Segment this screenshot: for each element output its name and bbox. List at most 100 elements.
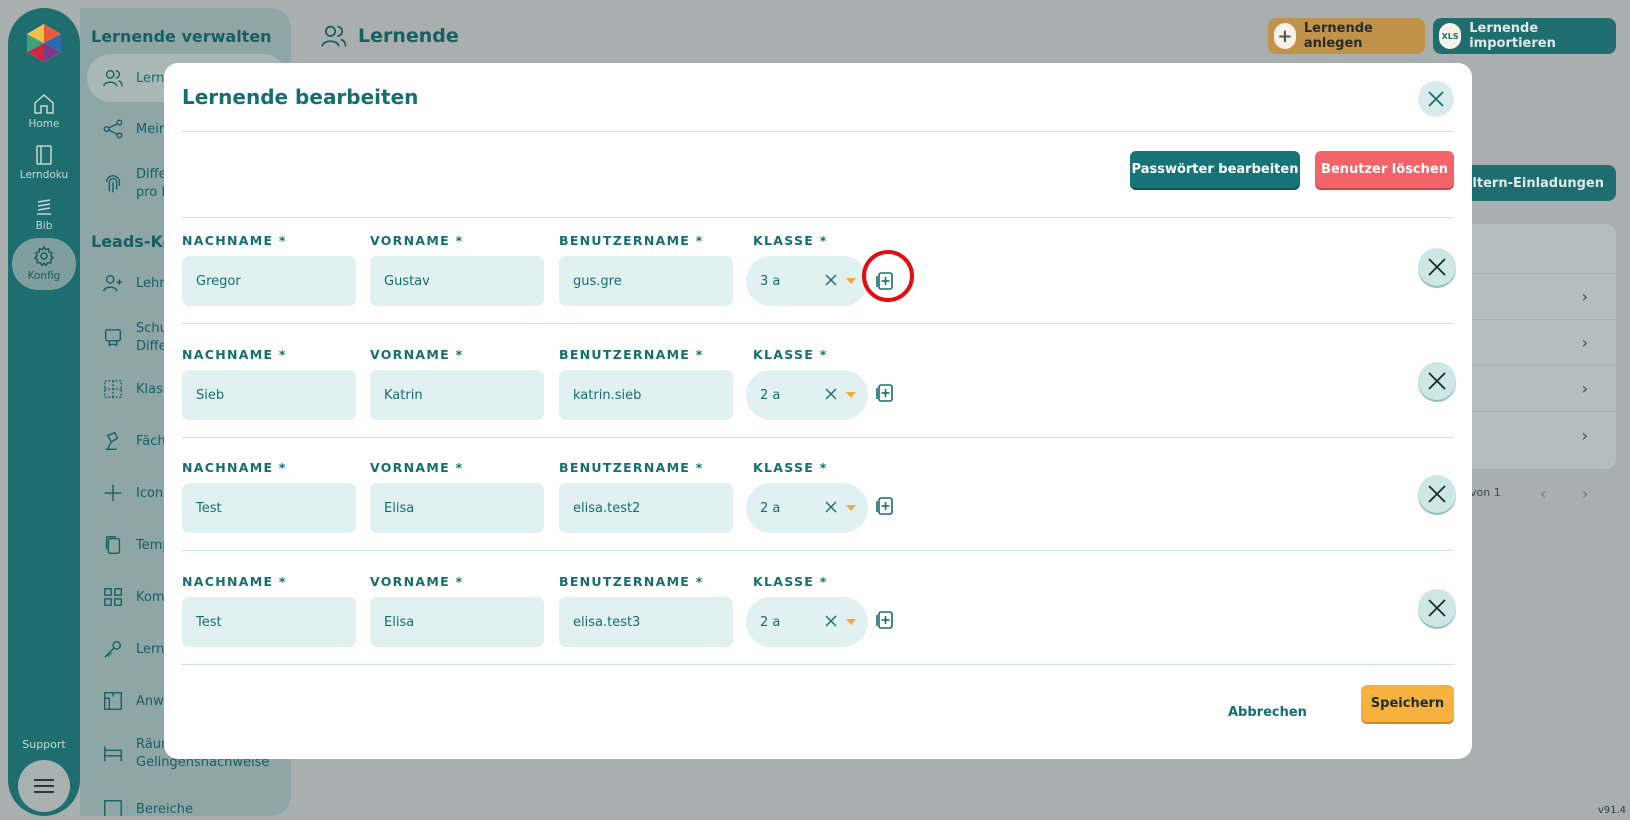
nav-item-schu[interactable]: Schu Diffe <box>102 320 168 356</box>
nav-item-anwe[interactable]: Anwe <box>102 690 172 712</box>
rail-item-bib[interactable]: Bib <box>8 194 80 232</box>
pagination-label: von 1 <box>1470 486 1501 499</box>
username-label: BENUTZERNAME * <box>559 574 704 589</box>
remove-row-button[interactable] <box>1418 248 1456 286</box>
username-input[interactable]: elisa.test3 <box>559 597 733 647</box>
rail-item-home[interactable]: Home <box>8 92 80 130</box>
lastname-label: NACHNAME * <box>182 347 287 362</box>
duplicate-icon[interactable] <box>872 608 896 632</box>
rail-item-lerndoku[interactable]: Lerndoku <box>8 143 80 181</box>
menu-button[interactable] <box>18 760 70 812</box>
lastname-input[interactable]: Sieb <box>182 370 356 420</box>
list-header <box>1460 224 1616 274</box>
nav-item-diffe[interactable]: Diffe pro F <box>102 166 169 202</box>
parent-invitations-button[interactable]: Eltern-Einladungen <box>1460 165 1616 201</box>
chevron-right-icon: › <box>1581 379 1588 398</box>
hamburger-icon <box>34 779 54 793</box>
chevron-down-icon <box>846 278 856 284</box>
username-input[interactable]: gus.gre <box>559 256 733 306</box>
lastname-input[interactable]: Gregor <box>182 256 356 306</box>
dialog-title: Lernende bearbeiten <box>182 85 419 109</box>
learner-row: NACHNAME * VORNAME * BENUTZERNAME * KLAS… <box>182 444 1456 556</box>
clear-icon[interactable] <box>824 273 838 287</box>
library-icon <box>37 199 51 215</box>
chevron-left-icon[interactable]: ‹ <box>1540 484 1546 503</box>
remove-row-button[interactable] <box>1418 475 1456 513</box>
edit-learners-dialog: Lernende bearbeiten Passwörter bearbeite… <box>164 63 1472 759</box>
clear-icon[interactable] <box>824 614 838 628</box>
lastname-label: NACHNAME * <box>182 233 287 248</box>
plus-icon: + <box>1274 23 1296 49</box>
remove-row-button[interactable] <box>1418 362 1456 400</box>
firstname-label: VORNAME * <box>370 233 464 248</box>
class-label: KLASSE * <box>753 233 828 248</box>
divider <box>182 437 1454 438</box>
clear-icon[interactable] <box>824 387 838 401</box>
rail-item-konfig[interactable]: Konfig <box>12 238 76 290</box>
duplicate-icon[interactable] <box>872 381 896 405</box>
key-icon <box>104 640 122 658</box>
divider <box>182 550 1454 551</box>
class-label: KLASSE * <box>753 574 828 589</box>
class-value: 2 a <box>760 387 781 403</box>
username-input[interactable]: katrin.sieb <box>559 370 733 420</box>
list-item[interactable]: › <box>1460 412 1616 458</box>
lastname-input[interactable]: Test <box>182 597 356 647</box>
support-link[interactable]: Support <box>8 738 80 751</box>
close-icon <box>1428 599 1446 617</box>
room-icon <box>104 746 122 762</box>
rail-label: Bib <box>35 220 53 232</box>
learner-row: NACHNAME * VORNAME * BENUTZERNAME * KLAS… <box>182 331 1456 443</box>
cancel-button[interactable]: Abbrechen <box>1228 705 1307 720</box>
username-input[interactable]: elisa.test2 <box>559 483 733 533</box>
chevron-right-icon[interactable]: › <box>1582 484 1588 503</box>
nav-item-temp[interactable]: Temp <box>102 534 171 556</box>
close-icon <box>1428 485 1446 503</box>
nav-item-lehr[interactable]: Lehr <box>102 272 165 294</box>
firstname-input[interactable]: Elisa <box>370 597 544 647</box>
class-select[interactable]: 2 a <box>746 597 868 647</box>
board-icon <box>104 329 122 347</box>
nav-item-komp[interactable]: Komp <box>102 586 173 608</box>
close-icon <box>1428 91 1444 107</box>
clear-icon[interactable] <box>824 500 838 514</box>
nav-item-icons[interactable]: Icons <box>102 482 170 504</box>
gear-icon <box>33 245 55 267</box>
divider <box>182 131 1454 132</box>
delete-user-button[interactable]: Benutzer löschen <box>1315 151 1454 188</box>
chevron-right-icon: › <box>1581 333 1588 352</box>
nav-item-klass[interactable]: Klass <box>102 378 170 400</box>
class-select[interactable]: 2 a <box>746 483 868 533</box>
firstname-input[interactable]: Gustav <box>370 256 544 306</box>
list-item[interactable]: › <box>1460 320 1616 366</box>
fingerprint-icon <box>105 175 121 193</box>
chevron-down-icon <box>846 505 856 511</box>
duplicate-icon[interactable] <box>872 494 896 518</box>
remove-row-button[interactable] <box>1418 589 1456 627</box>
class-select[interactable]: 2 a <box>746 370 868 420</box>
chevron-right-icon: › <box>1581 287 1588 306</box>
close-dialog-button[interactable] <box>1418 81 1454 117</box>
list-item[interactable]: › <box>1460 366 1616 412</box>
nav-item-faech[interactable]: Fäch <box>102 430 166 452</box>
learner-row: NACHNAME * VORNAME * BENUTZERNAME * KLAS… <box>182 558 1456 670</box>
class-select[interactable]: 3 a <box>746 256 868 306</box>
list-item[interactable]: › <box>1460 274 1616 320</box>
nav-section-title: Lernende verwalten <box>91 27 272 46</box>
class-value: 2 a <box>760 614 781 630</box>
username-label: BENUTZERNAME * <box>559 233 704 248</box>
nav-item-lernl[interactable]: Lernl <box>102 638 168 660</box>
rail-label: Konfig <box>27 270 61 282</box>
edit-passwords-button[interactable]: Passwörter bearbeiten <box>1130 151 1300 188</box>
version-label: v91.4 <box>1597 805 1626 816</box>
nav-item-mein[interactable]: Mein <box>102 118 167 140</box>
save-button[interactable]: Speichern <box>1361 685 1454 722</box>
import-learners-button[interactable]: XLS Lernende importieren <box>1433 18 1616 54</box>
rail-label: Home <box>28 118 60 130</box>
add-learner-button[interactable]: + Lernende anlegen <box>1268 18 1425 54</box>
firstname-input[interactable]: Katrin <box>370 370 544 420</box>
firstname-label: VORNAME * <box>370 347 464 362</box>
lastname-input[interactable]: Test <box>182 483 356 533</box>
nav-item-bereiche[interactable]: Bereiche <box>102 798 193 816</box>
firstname-input[interactable]: Elisa <box>370 483 544 533</box>
